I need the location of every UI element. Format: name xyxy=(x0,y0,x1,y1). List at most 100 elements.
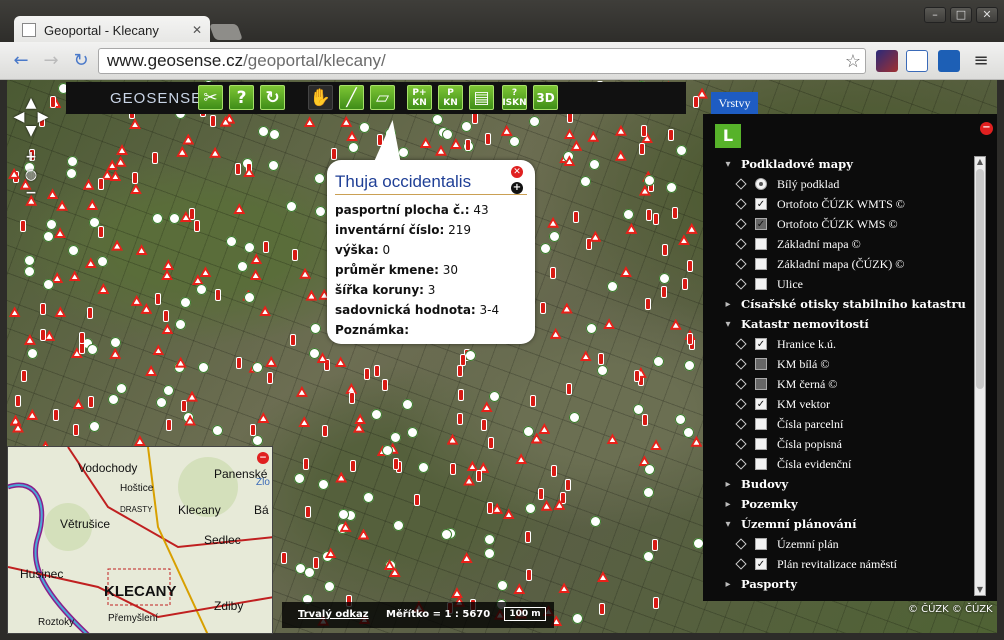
map-feature-marker[interactable] xyxy=(314,205,326,217)
popup-expand-icon[interactable]: + xyxy=(511,182,523,194)
map-feature-marker[interactable] xyxy=(539,301,546,314)
parcel-info-button[interactable]: P KN xyxy=(438,85,463,110)
map-feature-marker[interactable] xyxy=(330,147,337,160)
map-feature-marker[interactable] xyxy=(168,213,180,225)
expand-icon[interactable]: ▾ xyxy=(723,159,733,170)
map-feature-marker[interactable] xyxy=(530,394,537,407)
map-feature-marker[interactable] xyxy=(162,309,169,322)
map-feature-marker[interactable] xyxy=(588,158,600,170)
map-feature-marker[interactable] xyxy=(382,378,389,391)
map-feature-marker[interactable] xyxy=(215,288,222,301)
zoom-out-icon[interactable]: − xyxy=(22,184,40,202)
layer-item[interactable]: ✓ Ortofoto ČÚZK WMTS © xyxy=(723,194,971,214)
map-feature-marker[interactable] xyxy=(549,266,556,279)
map-feature-marker[interactable] xyxy=(309,322,321,334)
layer-item[interactable]: Ulice xyxy=(723,274,971,294)
zoom-in-icon[interactable]: + xyxy=(22,148,40,166)
map-feature-marker[interactable] xyxy=(431,113,443,125)
map-feature-marker[interactable] xyxy=(302,458,309,471)
layer-item[interactable]: ✓ Hranice k.ú. xyxy=(723,334,971,354)
collapse-icon[interactable]: ▸ xyxy=(723,499,733,510)
address-bar[interactable]: www.geosense.cz/geoportal/klecany/ ☆ xyxy=(98,48,866,74)
map-feature-marker[interactable] xyxy=(196,283,208,295)
map-feature-marker[interactable] xyxy=(14,394,21,407)
map-feature-marker[interactable] xyxy=(96,255,108,267)
map-feature-marker[interactable] xyxy=(641,414,648,427)
map-feature-marker[interactable] xyxy=(209,114,216,127)
help-icon[interactable]: ? xyxy=(229,85,254,110)
map-feature-marker[interactable] xyxy=(460,121,472,133)
tab-close-icon[interactable]: ✕ xyxy=(192,23,202,37)
measure-area-icon[interactable]: ▱ xyxy=(370,85,395,110)
map-feature-marker[interactable] xyxy=(179,297,191,309)
layer-item[interactable]: Čísla popisná xyxy=(723,434,971,454)
layer-options-icon[interactable] xyxy=(735,418,747,430)
map-feature-marker[interactable] xyxy=(348,392,355,405)
map-feature-marker[interactable] xyxy=(646,208,653,221)
map-feature-marker[interactable] xyxy=(449,462,456,475)
map-feature-marker[interactable] xyxy=(303,566,315,578)
extension-window-icon[interactable] xyxy=(906,50,928,72)
map-feature-marker[interactable] xyxy=(465,138,472,151)
layer-item[interactable]: Čísla evidenční xyxy=(723,454,971,474)
map-feature-marker[interactable] xyxy=(88,395,95,408)
map-feature-marker[interactable] xyxy=(572,211,579,224)
map-feature-marker[interactable] xyxy=(597,352,604,365)
map-feature-marker[interactable] xyxy=(633,403,645,415)
layer-item[interactable]: Čísla parcelní xyxy=(723,414,971,434)
map-feature-marker[interactable] xyxy=(151,212,163,224)
layer-checkbox[interactable] xyxy=(755,418,767,430)
map-feature-marker[interactable] xyxy=(267,371,274,384)
map-feature-marker[interactable] xyxy=(155,396,167,408)
map-feature-marker[interactable] xyxy=(286,200,298,212)
map-feature-marker[interactable] xyxy=(539,242,551,254)
3d-button[interactable]: 3D xyxy=(533,85,558,110)
map-feature-marker[interactable] xyxy=(456,364,463,377)
map-feature-marker[interactable] xyxy=(643,175,655,187)
map-feature-marker[interactable] xyxy=(487,502,494,515)
overview-close-icon[interactable]: − xyxy=(257,452,269,464)
map-feature-marker[interactable] xyxy=(42,230,54,242)
map-feature-marker[interactable] xyxy=(52,409,59,422)
map-feature-marker[interactable] xyxy=(24,265,36,277)
map-feature-marker[interactable] xyxy=(321,425,328,438)
reload-icon[interactable]: ↻ xyxy=(70,51,92,73)
map-feature-marker[interactable] xyxy=(549,230,561,242)
layer-options-icon[interactable] xyxy=(735,438,747,450)
layer-checkbox[interactable] xyxy=(755,458,767,470)
browser-tab[interactable]: Geoportal - Klecany ✕ xyxy=(14,16,210,44)
minimize-button[interactable]: – xyxy=(924,7,946,23)
globe-icon[interactable]: ◍ xyxy=(22,166,40,184)
map-feature-marker[interactable] xyxy=(568,411,580,423)
map-feature-marker[interactable] xyxy=(39,329,46,342)
map-feature-marker[interactable] xyxy=(19,219,26,232)
map-feature-marker[interactable] xyxy=(522,425,534,437)
layer-item[interactable]: Základní mapa (ČÚZK) © xyxy=(723,254,971,274)
map-feature-marker[interactable] xyxy=(524,502,536,514)
layer-options-icon[interactable] xyxy=(735,538,747,550)
map-feature-marker[interactable] xyxy=(289,333,296,346)
extension-icon[interactable] xyxy=(876,50,898,72)
map-feature-marker[interactable] xyxy=(50,95,57,108)
map-feature-marker[interactable] xyxy=(642,551,654,563)
pan-down-icon[interactable]: ▼ xyxy=(22,122,40,140)
map-feature-marker[interactable] xyxy=(132,172,139,185)
map-feature-marker[interactable] xyxy=(524,531,531,544)
layer-group[interactable]: ▾ Územní plánování xyxy=(723,514,971,534)
layer-item[interactable]: ✓ Plán revitalizace náměstí xyxy=(723,554,971,574)
map-feature-marker[interactable] xyxy=(641,125,648,138)
map-feature-marker[interactable] xyxy=(413,493,420,506)
map-feature-marker[interactable] xyxy=(234,162,241,175)
map-feature-marker[interactable] xyxy=(65,168,77,180)
map-feature-marker[interactable] xyxy=(78,332,85,345)
panel-close-icon[interactable]: − xyxy=(980,122,993,135)
map-feature-marker[interactable] xyxy=(471,112,478,125)
layer-checkbox[interactable] xyxy=(755,238,767,250)
permalink-link[interactable]: Trvalý odkaz xyxy=(298,609,369,620)
map-feature-marker[interactable] xyxy=(194,219,201,232)
map-feature-marker[interactable] xyxy=(291,248,298,261)
layer-options-icon[interactable] xyxy=(735,178,747,190)
map-feature-marker[interactable] xyxy=(653,213,660,226)
layer-options-icon[interactable] xyxy=(735,558,747,570)
layer-options-icon[interactable] xyxy=(735,458,747,470)
